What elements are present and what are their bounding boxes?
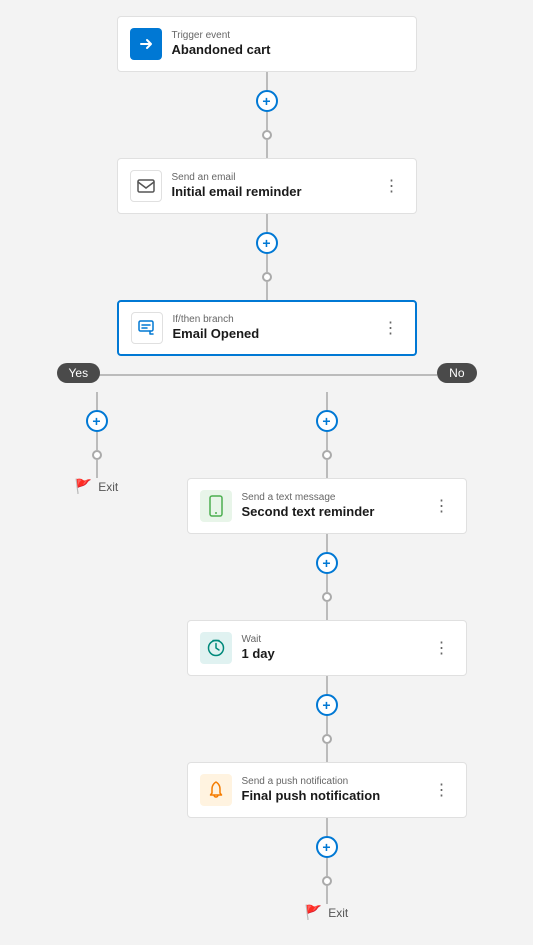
yes-line-3 xyxy=(96,460,98,478)
no-line-5 xyxy=(326,574,328,592)
connector-line-5 xyxy=(266,254,268,272)
yes-circle xyxy=(92,450,102,460)
no-add-step-4[interactable]: + xyxy=(316,836,338,858)
sms-text: Send a text message Second text reminder xyxy=(242,491,430,521)
yes-branch: + 🚩 Exit xyxy=(37,392,157,495)
sms-icon xyxy=(200,490,232,522)
email-text: Send an email Initial email reminder xyxy=(172,171,380,201)
no-circle-2 xyxy=(322,592,332,602)
wait-text: Wait 1 day xyxy=(242,633,430,663)
push-title: Final push notification xyxy=(242,788,430,805)
wait-card[interactable]: Wait 1 day ⋮ xyxy=(187,620,467,676)
no-circle-3 xyxy=(322,734,332,744)
no-exit-flag-icon: 🚩 xyxy=(305,904,322,921)
trigger-title: Abandoned cart xyxy=(172,42,404,59)
connector-line-6 xyxy=(266,282,268,300)
trigger-card[interactable]: Trigger event Abandoned cart xyxy=(117,16,417,72)
connector-line-1 xyxy=(266,72,268,90)
push-card[interactable]: Send a push notification Final push noti… xyxy=(187,762,467,818)
no-circle-1 xyxy=(322,450,332,460)
no-line-11 xyxy=(326,858,328,876)
add-step-1[interactable]: + xyxy=(256,90,278,112)
branches-container: + 🚩 Exit + xyxy=(37,392,497,921)
email-card[interactable]: Send an email Initial email reminder ⋮ xyxy=(117,158,417,214)
no-line-4 xyxy=(326,534,328,552)
no-branch: + Send a text message Second text remind… xyxy=(157,392,497,921)
no-add-step-1[interactable]: + xyxy=(316,410,338,432)
yes-line-2 xyxy=(96,432,98,450)
sms-menu-icon[interactable]: ⋮ xyxy=(430,496,454,516)
no-line-9 xyxy=(326,744,328,762)
no-add-step-2[interactable]: + xyxy=(316,552,338,574)
no-line-6 xyxy=(326,602,328,620)
connector-circle-2 xyxy=(262,272,272,282)
push-menu-icon[interactable]: ⋮ xyxy=(430,780,454,800)
no-circle-4 xyxy=(322,876,332,886)
wait-menu-icon[interactable]: ⋮ xyxy=(430,638,454,658)
no-exit-node: 🚩 Exit xyxy=(305,904,348,921)
branch-text: If/then branch Email Opened xyxy=(173,313,379,343)
branch-label: If/then branch xyxy=(173,313,379,326)
branch-card[interactable]: If/then branch Email Opened ⋮ xyxy=(117,300,417,356)
branch-horizontal-line xyxy=(97,374,437,376)
yes-exit-label: Exit xyxy=(98,480,118,494)
no-line-12 xyxy=(326,886,328,904)
branch-menu-icon[interactable]: ⋮ xyxy=(379,318,403,338)
yes-exit-node: 🚩 Exit xyxy=(75,478,118,495)
no-exit-label: Exit xyxy=(328,906,348,920)
yes-branch-label: Yes xyxy=(57,364,101,382)
no-branch-label: No xyxy=(437,364,476,382)
trigger-text: Trigger event Abandoned cart xyxy=(172,29,404,59)
wait-icon xyxy=(200,632,232,664)
wait-title: 1 day xyxy=(242,646,430,663)
branch-split-row: Yes No xyxy=(37,356,497,392)
email-menu-icon[interactable]: ⋮ xyxy=(380,176,404,196)
no-line-8 xyxy=(326,716,328,734)
branch-title: Email Opened xyxy=(173,326,379,343)
sms-label: Send a text message xyxy=(242,491,430,504)
yes-add-step[interactable]: + xyxy=(86,410,108,432)
connector-line-2 xyxy=(266,112,268,130)
wait-label: Wait xyxy=(242,633,430,646)
email-icon xyxy=(130,170,162,202)
no-line-2 xyxy=(326,432,328,450)
yes-exit-flag-icon: 🚩 xyxy=(75,478,92,495)
push-text: Send a push notification Final push noti… xyxy=(242,775,430,805)
no-line-3 xyxy=(326,460,328,478)
sms-title: Second text reminder xyxy=(242,504,430,521)
no-line-1 xyxy=(326,392,328,410)
flow-canvas: Trigger event Abandoned cart + Send an e… xyxy=(0,0,533,945)
yes-line-1 xyxy=(96,392,98,410)
trigger-label: Trigger event xyxy=(172,29,404,42)
connector-line-4 xyxy=(266,214,268,232)
email-label: Send an email xyxy=(172,171,380,184)
connector-line-3 xyxy=(266,140,268,158)
push-label: Send a push notification xyxy=(242,775,430,788)
no-line-7 xyxy=(326,676,328,694)
add-step-2[interactable]: + xyxy=(256,232,278,254)
no-line-10 xyxy=(326,818,328,836)
email-title: Initial email reminder xyxy=(172,184,380,201)
no-add-step-3[interactable]: + xyxy=(316,694,338,716)
branch-icon xyxy=(131,312,163,344)
push-icon xyxy=(200,774,232,806)
connector-circle-1 xyxy=(262,130,272,140)
sms-card[interactable]: Send a text message Second text reminder… xyxy=(187,478,467,534)
trigger-icon xyxy=(130,28,162,60)
